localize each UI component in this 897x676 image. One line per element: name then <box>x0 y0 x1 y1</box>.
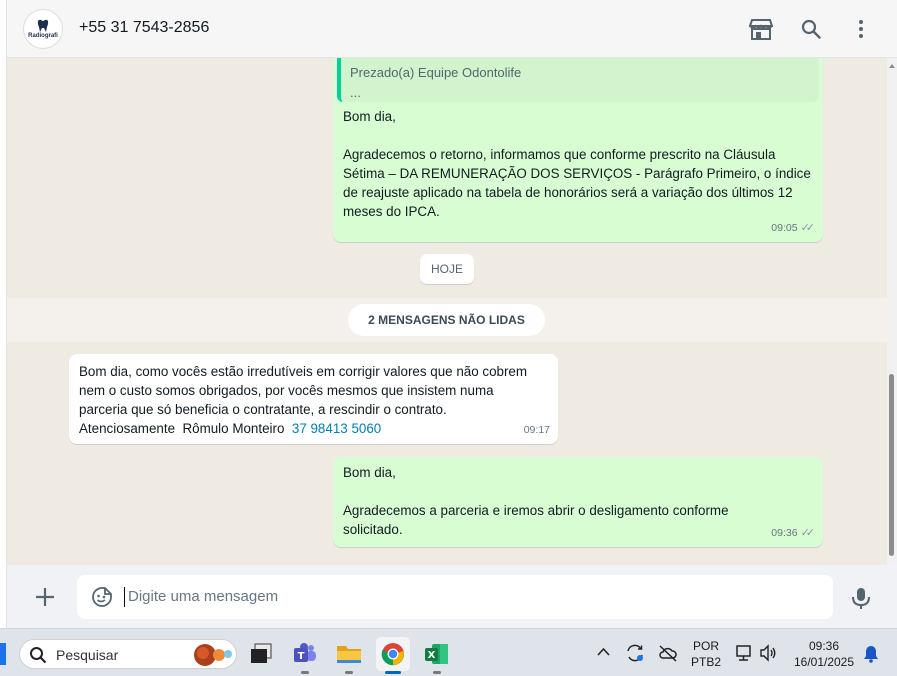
app-running-indicator <box>301 671 309 674</box>
chrome-icon[interactable] <box>376 637 410 674</box>
tooth-logo-icon <box>37 19 49 32</box>
notification-bell-icon[interactable] <box>863 645 879 663</box>
search-icon <box>30 647 47 664</box>
contact-name[interactable]: +55 31 7543-2856 <box>79 19 209 37</box>
message-input[interactable]: Digite uma mensagem <box>77 575 833 619</box>
app-running-indicator <box>345 671 353 674</box>
quoted-message-text: Prezado(a) Equipe Odontolife ... <box>350 65 522 100</box>
message-body: Bom dia, como vocês estão irredutíveis e… <box>79 362 557 438</box>
scroll-up-arrow-icon[interactable] <box>889 64 895 68</box>
chat-scrollbar[interactable] <box>887 58 897 565</box>
svg-text:T: T <box>298 651 305 662</box>
day-separator: HOJE <box>420 254 474 284</box>
left-pane-edge <box>0 0 7 628</box>
quoted-message[interactable]: Prezado(a) Equipe Odontolife ... <box>337 58 819 102</box>
microphone-icon[interactable] <box>851 586 871 610</box>
start-button-edge[interactable] <box>0 643 6 665</box>
sync-icon[interactable] <box>625 643 645 663</box>
sticker-icon[interactable] <box>91 586 113 608</box>
cloud-off-icon[interactable] <box>658 643 678 663</box>
chevron-up-icon[interactable] <box>597 647 610 656</box>
keyboard-layout: PTB2 <box>691 655 722 669</box>
double-check-icon: ✓✓ <box>800 222 816 234</box>
file-viewer-icon[interactable] <box>244 637 278 671</box>
network-icon[interactable] <box>734 644 754 662</box>
message-meta: 09:05 ✓✓ <box>771 219 815 238</box>
svg-text:X: X <box>428 650 436 661</box>
excel-icon[interactable]: X <box>420 637 454 674</box>
windows-taskbar: Pesquisar T X POR PTB2 09:36 16/01/2025 <box>0 628 897 676</box>
chat-messages-area[interactable]: Prezado(a) Equipe Odontolife ... Bom dia… <box>7 58 887 565</box>
unread-messages-chip: 2 MENSAGENS NÃO LIDAS <box>348 304 545 336</box>
scrollbar-thumb[interactable] <box>889 374 894 556</box>
double-check-icon: ✓✓ <box>800 527 816 539</box>
message-time: 09:36 <box>771 527 798 539</box>
message-composer: Digite uma mensagem <box>7 565 897 628</box>
clock-date: 16/01/2025 <box>793 655 855 669</box>
file-explorer-icon[interactable] <box>332 637 366 674</box>
teams-icon[interactable]: T <box>288 637 322 674</box>
contact-avatar[interactable]: Radiografi <box>23 9 63 49</box>
message-bubble-outgoing[interactable]: Bom dia, Agradecemos a parceria e iremos… <box>333 457 823 547</box>
message-text: Bom dia, Agradecemos o retorno, informam… <box>343 109 811 219</box>
chat-header: Radiografi +55 31 7543-2856 <box>7 0 897 58</box>
search-highlight-icon <box>194 644 232 666</box>
app-running-indicator <box>433 671 441 674</box>
message-text: Bom dia, Agradecemos a parceria e iremos… <box>343 465 729 537</box>
language-indicator[interactable]: POR PTB2 <box>691 638 721 670</box>
taskbar-search[interactable]: Pesquisar <box>19 639 237 669</box>
message-bubble-incoming[interactable]: Bom dia, como vocês estão irredutíveis e… <box>69 354 558 444</box>
taskbar-search-placeholder: Pesquisar <box>56 647 119 663</box>
language-code: POR <box>692 639 719 653</box>
store-icon[interactable] <box>746 14 776 44</box>
phone-link[interactable]: 37 98413 5060 <box>292 421 381 436</box>
clock-time: 09:36 <box>808 639 840 653</box>
message-time: 09:17 <box>523 424 550 436</box>
clock[interactable]: 09:36 16/01/2025 <box>790 638 858 670</box>
message-time: 09:05 <box>771 222 798 234</box>
avatar-logo-text: Radiografi <box>28 32 58 39</box>
app-active-indicator <box>385 671 401 674</box>
text-caret <box>124 587 125 607</box>
message-meta: 09:17 <box>524 421 550 440</box>
message-bubble-outgoing[interactable]: Prezado(a) Equipe Odontolife ... Bom dia… <box>333 58 823 242</box>
attach-plus-icon[interactable] <box>33 585 57 609</box>
message-input-placeholder: Digite uma mensagem <box>128 588 279 605</box>
more-vertical-icon[interactable] <box>846 14 876 44</box>
message-meta: 09:36 ✓✓ <box>771 524 815 543</box>
volume-icon[interactable] <box>759 644 777 662</box>
search-icon[interactable] <box>796 14 826 44</box>
